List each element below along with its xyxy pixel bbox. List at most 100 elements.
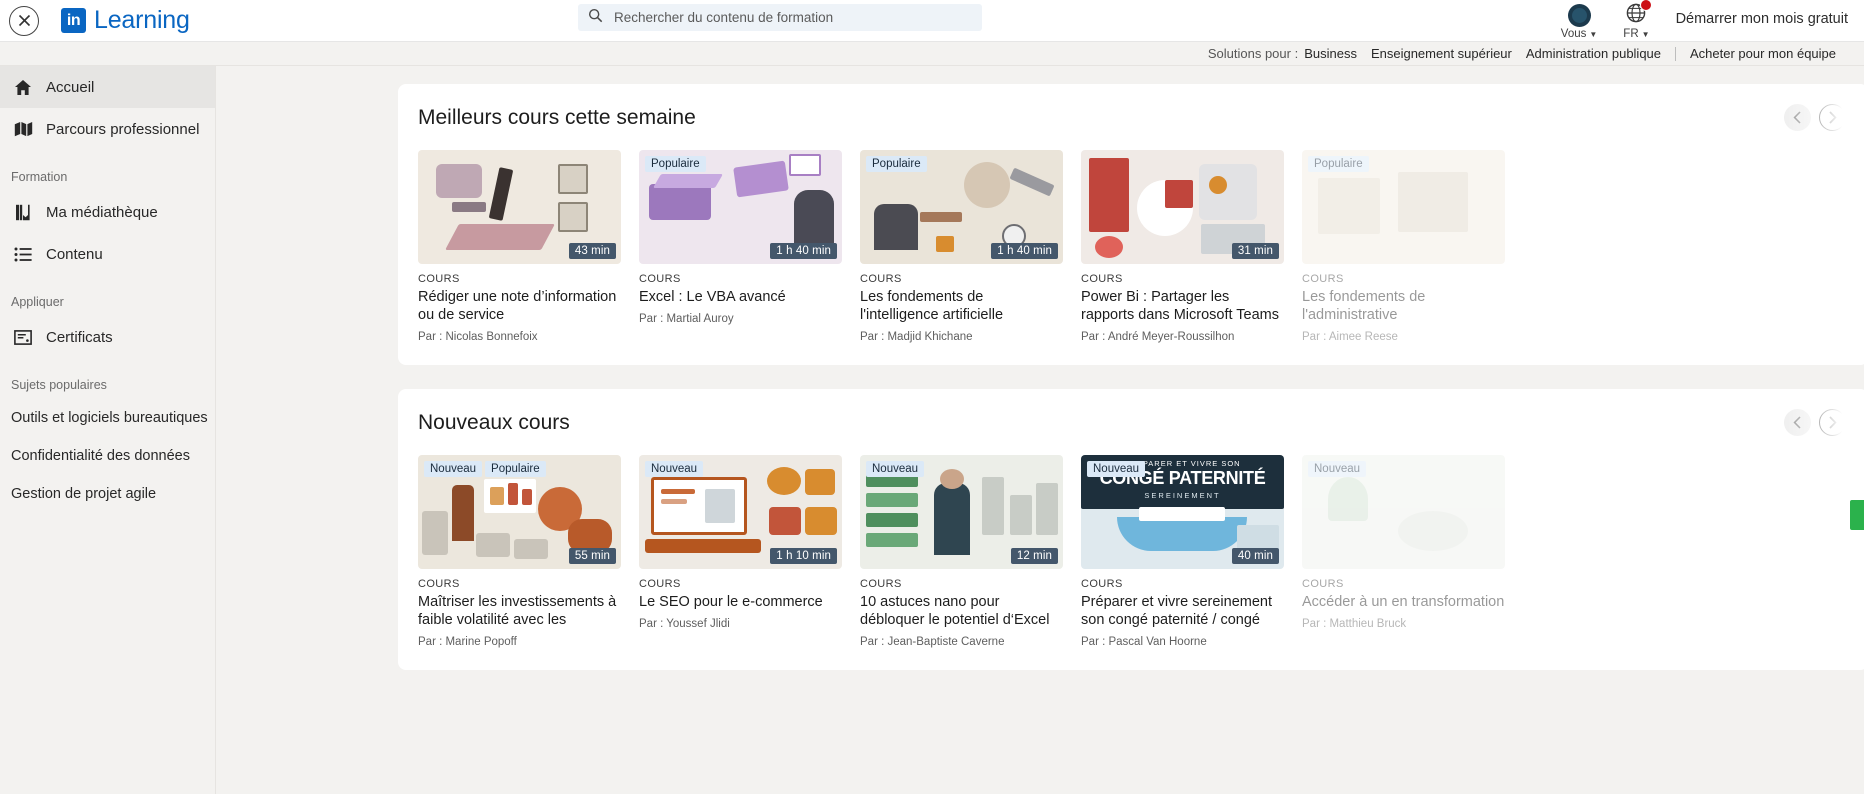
section-nouveaux-cours: Nouveaux cours Nouveau Populaire 55 min …: [398, 389, 1864, 670]
search-input[interactable]: [612, 9, 972, 26]
book-icon: [12, 204, 34, 221]
badge-populaire: Populaire: [645, 156, 706, 172]
badge-populaire: Populaire: [485, 461, 546, 477]
course-kind: COURS: [860, 273, 902, 285]
course-title: Les fondements de l'intelligence artific…: [860, 289, 1004, 323]
course-card[interactable]: 43 min COURS Rédiger une note d’informat…: [418, 150, 621, 343]
sidebar: Accueil Parcours professionnel Formation: [0, 66, 216, 794]
solutions-link-government[interactable]: Administration publique: [1526, 46, 1661, 61]
course-title: 10 astuces nano pour débloquer le potent…: [860, 594, 1050, 628]
course-badges: Nouveau: [1087, 461, 1146, 477]
header-actions: Vous ▼ FR ▼ Démarrer mon mois gratuit: [1561, 0, 1864, 42]
course-badges: Populaire: [645, 156, 706, 172]
course-title: Excel : Le VBA avancé: [639, 289, 786, 305]
course-kind: COURS: [418, 578, 460, 590]
course-thumbnail: Nouveau 1 h 10 min: [639, 455, 842, 569]
course-card[interactable]: 31 min COURS Power Bi : Partager les rap…: [1081, 150, 1284, 343]
sidebar-item-parcours-professionnel[interactable]: Parcours professionnel: [0, 108, 215, 150]
course-kind: COURS: [639, 273, 681, 285]
course-title: Power Bi : Partager les rapports dans Mi…: [1081, 289, 1279, 323]
solutions-link-higher-ed[interactable]: Enseignement supérieur: [1371, 46, 1512, 61]
account-menu[interactable]: Vous ▼: [1560, 3, 1597, 40]
course-card[interactable]: Nouveau 12 min COURS 10 astuces nano pou…: [860, 455, 1063, 648]
course-author: Par : Pascal Van Hoorne: [1081, 636, 1207, 648]
notification-badge: [1640, 0, 1653, 11]
course-author: Par : Matthieu Bruck: [1302, 618, 1407, 630]
course-kind: COURS: [860, 578, 902, 590]
sidebar-group-formation: Formation: [11, 170, 68, 184]
course-author: Par : Aimee Reese: [1302, 331, 1398, 343]
course-card[interactable]: Nouveau COURS Accéder à un en transforma…: [1302, 455, 1505, 648]
course-card[interactable]: Populaire 1 h 40 min COURS Excel : Le VB…: [639, 150, 842, 343]
course-kind: COURS: [1081, 578, 1123, 590]
sidebar-group-appliquer: Appliquer: [11, 295, 64, 309]
course-card[interactable]: Nouveau Populaire 55 min COURS Maîtriser…: [418, 455, 621, 648]
sidebar-topic-confidentialite[interactable]: Confidentialité des données: [0, 437, 215, 475]
course-title: Le SEO pour le e-commerce: [639, 594, 823, 610]
course-author: Par : Marine Popoff: [418, 636, 517, 648]
sidebar-topic-outils-logiciels[interactable]: Outils et logiciels bureautiques: [0, 399, 215, 437]
course-card[interactable]: Populaire COURS Les fondements de l'admi…: [1302, 150, 1505, 343]
course-badges: Populaire: [866, 156, 927, 172]
course-author: Par : Madjid Khichane: [860, 331, 973, 343]
carousel-controls: [1784, 409, 1846, 436]
solutions-bar: Solutions pour : Business Enseignement s…: [0, 42, 1864, 66]
course-thumbnail: Populaire 1 h 40 min: [639, 150, 842, 264]
thumb-overlay-subtitle: SEREINEMENT: [1144, 491, 1221, 500]
avatar: [1567, 3, 1591, 27]
carousel-next-button[interactable]: [1819, 409, 1846, 436]
carousel-prev-button[interactable]: [1784, 104, 1811, 131]
search-icon: [588, 8, 603, 28]
course-duration: 31 min: [1231, 243, 1279, 259]
course-thumbnail: Nouveau 12 min: [860, 455, 1063, 569]
badge-nouveau: Nouveau: [645, 461, 704, 477]
badge-nouveau: Nouveau: [866, 461, 925, 477]
course-duration: 43 min: [568, 243, 616, 259]
course-thumbnail: Nouveau: [1302, 455, 1505, 569]
language-label: FR: [1623, 27, 1639, 40]
course-kind: COURS: [1081, 273, 1123, 285]
sidebar-topic-gestion-projet[interactable]: Gestion de projet agile: [0, 475, 215, 513]
badge-populaire: Populaire: [866, 156, 927, 172]
course-duration: 1 h 10 min: [770, 548, 837, 564]
carousel-next-button[interactable]: [1819, 104, 1846, 131]
solutions-link-business[interactable]: Business: [1304, 46, 1357, 61]
course-thumbnail: 43 min: [418, 150, 621, 264]
section-title: Nouveaux cours: [418, 410, 570, 434]
badge-nouveau: Nouveau: [424, 461, 483, 477]
course-badges: Nouveau: [1308, 461, 1367, 477]
linkedin-icon: in: [61, 8, 86, 33]
section-meilleurs-cours: Meilleurs cours cette semaine 43 min COU…: [398, 84, 1864, 365]
account-label: Vous: [1560, 27, 1587, 40]
course-duration: 1 h 40 min: [770, 243, 837, 259]
scroll-indicator[interactable]: [1850, 500, 1864, 530]
course-author: Par : Martial Auroy: [639, 313, 734, 325]
sidebar-item-accueil[interactable]: Accueil: [0, 66, 215, 108]
sidebar-item-ma-mediatheque[interactable]: Ma médiathèque: [0, 191, 215, 233]
course-author: Par : Nicolas Bonnefoix: [418, 331, 538, 343]
map-icon: [12, 121, 34, 137]
language-menu[interactable]: FR ▼: [1623, 0, 1653, 40]
start-free-trial-button[interactable]: Démarrer mon mois gratuit: [1676, 11, 1848, 27]
sidebar-item-label: Ma médiathèque: [46, 203, 158, 221]
sidebar-item-label: Certificats: [46, 328, 113, 346]
search-bar[interactable]: [578, 4, 982, 31]
course-card[interactable]: Nouveau 1 h 10 min COURS Le SEO pour le …: [639, 455, 842, 648]
close-icon[interactable]: [9, 5, 39, 36]
section-header: Meilleurs cours cette semaine: [398, 104, 1864, 131]
sidebar-item-label: Parcours professionnel: [46, 120, 200, 138]
buy-for-team-link[interactable]: Acheter pour mon équipe: [1690, 46, 1836, 61]
carousel-prev-button[interactable]: [1784, 409, 1811, 436]
sidebar-item-contenu[interactable]: Contenu: [0, 233, 215, 275]
list-icon: [12, 247, 34, 262]
brand-logo[interactable]: in Learning: [61, 6, 190, 35]
course-card[interactable]: PREPARER ET VIVRE SON CONGÉ PATERNITÉ SE…: [1081, 455, 1284, 648]
course-title: Les fondements de l'administrative: [1302, 289, 1426, 323]
sidebar-group-sujets-populaires: Sujets populaires: [11, 378, 107, 392]
course-kind: COURS: [639, 578, 681, 590]
course-badges: Nouveau Populaire: [424, 461, 546, 477]
course-thumbnail: Nouveau Populaire 55 min: [418, 455, 621, 569]
chevron-down-icon: ▼: [1641, 29, 1650, 39]
sidebar-item-certificats[interactable]: Certificats: [0, 316, 215, 358]
course-card[interactable]: Populaire 1 h 40 min COURS Les fondement…: [860, 150, 1063, 343]
